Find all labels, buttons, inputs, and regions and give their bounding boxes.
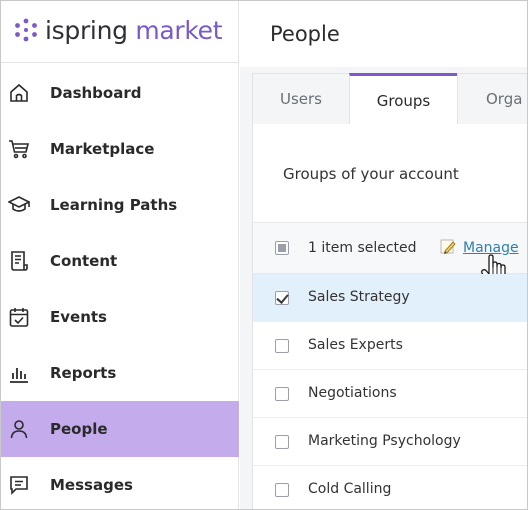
group-name: Sales Experts: [308, 337, 403, 353]
graduation-cap-icon: [8, 194, 30, 216]
sidebar-item-label: Events: [50, 308, 107, 326]
sidebar-item-content[interactable]: Content: [1, 233, 239, 289]
logo-text: ispring market: [45, 15, 223, 45]
person-icon: [8, 418, 30, 440]
document-icon: [8, 250, 30, 272]
page-header: People: [240, 1, 527, 67]
calendar-check-icon: [8, 306, 30, 328]
panel-heading: Groups of your account: [283, 165, 459, 183]
table-row[interactable]: Cold Calling: [253, 466, 527, 509]
sidebar-item-people[interactable]: People: [1, 401, 239, 457]
sidebar-item-events[interactable]: Events: [1, 289, 239, 345]
ispring-logo-icon: [15, 18, 37, 42]
row-checkbox[interactable]: [275, 291, 289, 305]
sidebar-nav: Dashboard Marketplace Learning Paths Con…: [1, 65, 239, 509]
bar-chart-icon: [8, 362, 30, 384]
table-row[interactable]: Marketing Psychology: [253, 418, 527, 466]
app-window: ispring market Dashboard Marketplace Lea…: [0, 0, 528, 510]
tab-bar: Users Groups Orga: [252, 73, 527, 126]
group-name: Negotiations: [308, 385, 397, 401]
chat-icon: [8, 474, 30, 496]
group-name: Cold Calling: [308, 481, 392, 497]
sidebar: ispring market Dashboard Marketplace Lea…: [1, 1, 239, 509]
sidebar-item-label: Messages: [50, 476, 133, 494]
sidebar-item-dashboard[interactable]: Dashboard: [1, 65, 239, 121]
selection-toolbar: 1 item selected Manage: [253, 222, 527, 286]
sidebar-item-marketplace[interactable]: Marketplace: [1, 121, 239, 177]
table-row[interactable]: Negotiations: [253, 370, 527, 418]
sidebar-item-label: Content: [50, 252, 118, 270]
groups-panel: Groups of your account 1 item selected M…: [252, 124, 527, 509]
cart-icon: [8, 138, 30, 160]
logo-text-suffix: market: [135, 15, 223, 45]
selected-count: 1 item selected: [308, 240, 417, 256]
group-name: Marketing Psychology: [308, 433, 461, 449]
sidebar-item-label: Learning Paths: [50, 196, 178, 214]
sidebar-item-messages[interactable]: Messages: [1, 457, 239, 509]
sidebar-item-label: Dashboard: [50, 84, 142, 102]
group-name: Sales Strategy: [308, 289, 410, 305]
row-checkbox[interactable]: [275, 483, 289, 497]
home-icon: [8, 82, 30, 104]
sidebar-item-label: Marketplace: [50, 140, 155, 158]
page-title: People: [270, 22, 340, 46]
table-row[interactable]: Sales Experts: [253, 322, 527, 370]
sidebar-item-label: Reports: [50, 364, 117, 382]
tab-users[interactable]: Users: [252, 73, 350, 124]
edit-icon: [440, 239, 456, 255]
row-checkbox[interactable]: [275, 387, 289, 401]
logo-divider: [1, 62, 239, 63]
logo-text-prefix: ispring: [45, 15, 128, 45]
logo[interactable]: ispring market: [13, 13, 223, 47]
tab-groups[interactable]: Groups: [349, 73, 458, 126]
sidebar-item-label: People: [50, 420, 108, 438]
sidebar-item-reports[interactable]: Reports: [1, 345, 239, 401]
row-checkbox[interactable]: [275, 339, 289, 353]
select-all-checkbox[interactable]: [275, 241, 289, 255]
row-checkbox[interactable]: [275, 435, 289, 449]
table-row[interactable]: Sales Strategy: [253, 274, 527, 322]
sidebar-item-learning-paths[interactable]: Learning Paths: [1, 177, 239, 233]
main-content: People Users Groups Orga Groups of your …: [240, 1, 527, 509]
tab-organizations[interactable]: Orga: [457, 73, 527, 124]
